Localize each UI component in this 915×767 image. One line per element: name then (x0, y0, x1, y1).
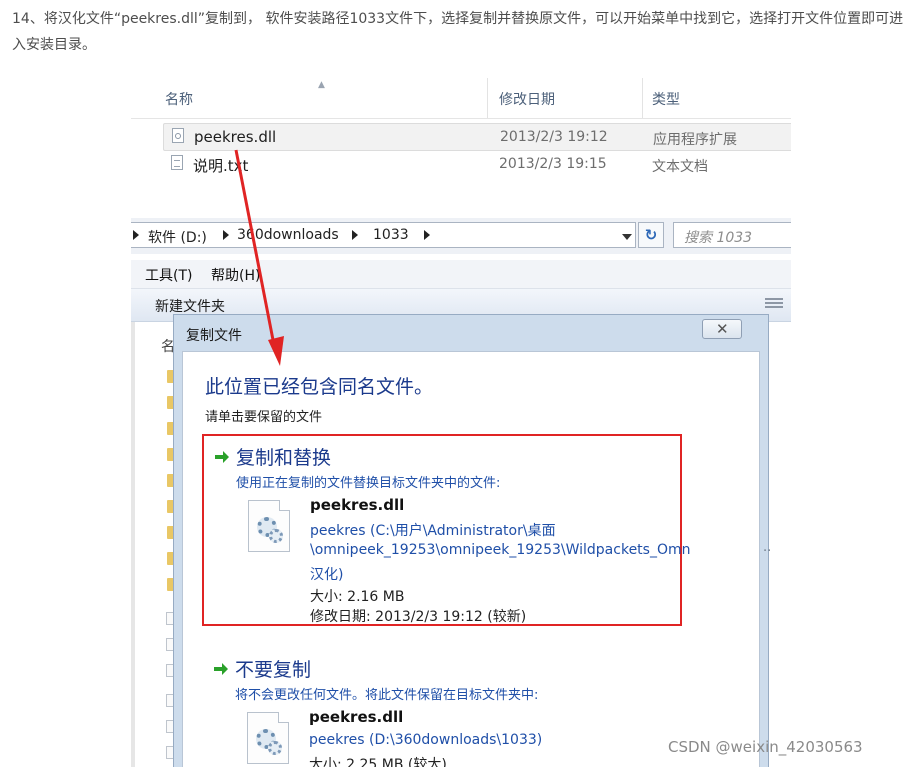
chevron-right-icon[interactable] (223, 230, 229, 240)
dialog-body: 此位置已经包含同名文件。 请单击要保留的文件 复制和替换 使用正在复制的文件替换… (182, 351, 760, 767)
column-divider[interactable] (487, 78, 488, 118)
option-title: 复制和替换 (236, 447, 332, 469)
address-toolbar: 软件 (D:) 360downloads 1033 ↻ 搜索 1033 (131, 218, 791, 254)
file-name: 说明.txt (193, 157, 249, 175)
dll-file-icon (248, 500, 290, 552)
copy-file-dialog: 复制文件 ✕ 此位置已经包含同名文件。 请单击要保留的文件 复制和替换 使用正在… (173, 314, 769, 767)
menu-help[interactable]: 帮助(H) (211, 265, 260, 285)
file-path: peekres (D:\360downloads\1033) (309, 732, 543, 748)
file-size: 大小: 2.25 MB (较大) (309, 757, 447, 767)
option-title: 不要复制 (235, 659, 312, 681)
gear-icon (268, 741, 282, 755)
option-description: 将不会更改任何文件。将此文件保留在目标文件夹中: (235, 688, 539, 703)
dialog-heading: 此位置已经包含同名文件。 (205, 376, 434, 398)
arrow-right-icon (215, 451, 229, 463)
dialog-subheading: 请单击要保留的文件 (205, 410, 323, 425)
chevron-right-icon[interactable] (424, 230, 430, 240)
refresh-button[interactable]: ↻ (638, 222, 664, 248)
search-input[interactable]: 搜索 1033 (673, 222, 791, 248)
close-icon: ✕ (716, 320, 729, 338)
file-name: peekres.dll (194, 128, 277, 146)
menu-tools[interactable]: 工具(T) (145, 265, 192, 285)
copy-and-replace-option[interactable]: 复制和替换 使用正在复制的文件替换目标文件夹中的文件: peekres.dll … (202, 434, 690, 626)
dll-file-icon (247, 712, 289, 764)
file-size: 大小: 2.16 MB (310, 589, 405, 605)
menu-bar: 工具(T) 帮助(H) (131, 260, 791, 289)
file-name: peekres.dll (310, 496, 405, 514)
breadcrumb-folder[interactable]: 360downloads (237, 227, 339, 243)
dialog-title: 复制文件 (186, 328, 242, 344)
chevron-down-icon[interactable] (622, 234, 632, 240)
column-type[interactable]: 类型 (652, 89, 680, 109)
breadcrumb-current[interactable]: 1033 (373, 227, 409, 243)
top-file-list: ▲ 名称 修改日期 类型 peekres.dll 2013/2/3 19:12 … (131, 78, 791, 182)
file-path: peekres (C:\用户\Administrator\桌面 (310, 523, 556, 539)
chevron-right-icon[interactable] (133, 230, 139, 240)
overflow-dots: .. (763, 540, 772, 555)
text-file-icon (171, 155, 183, 170)
column-name[interactable]: 名称 (165, 89, 193, 109)
breadcrumb-drive[interactable]: 软件 (D:) (148, 227, 207, 247)
column-date[interactable]: 修改日期 (499, 89, 555, 109)
sort-up-icon[interactable]: ▲ (318, 80, 325, 90)
file-path-clip: \omnipeek_19253\omnipeek_19253\Wildpacke… (310, 542, 690, 564)
instruction-text: 14、将汉化文件“peekres.dll”复制到， 软件安装路径1033文件下，… (12, 11, 904, 53)
search-placeholder: 搜索 1033 (684, 230, 753, 246)
dll-file-icon (172, 128, 184, 143)
option-description: 使用正在复制的文件替换目标文件夹中的文件: (236, 476, 501, 491)
column-header: ▲ 名称 修改日期 类型 (131, 78, 791, 119)
separator-gap (131, 182, 791, 218)
new-folder-button[interactable]: 新建文件夹 (155, 296, 225, 316)
file-modified: 修改日期: 2013/2/3 19:12 (较新) (310, 609, 527, 625)
file-date: 2013/2/3 19:12 (500, 129, 608, 145)
screenshot-frame: ▲ 名称 修改日期 类型 peekres.dll 2013/2/3 19:12 … (131, 78, 791, 767)
file-type: 文本文档 (652, 159, 708, 175)
file-path: 汉化) (310, 567, 344, 583)
file-path: \omnipeek_19253\omnipeek_19253\Wildpacke… (310, 542, 690, 558)
view-options-icon[interactable] (765, 298, 783, 312)
chevron-right-icon[interactable] (352, 230, 358, 240)
arrow-right-icon (214, 663, 228, 675)
file-name: peekres.dll (309, 708, 404, 726)
nav-pane-edge (131, 322, 135, 767)
column-divider[interactable] (642, 78, 643, 118)
file-row-readme[interactable]: 说明.txt 2013/2/3 19:15 文本文档 (163, 151, 791, 177)
do-not-copy-option[interactable]: 不要复制 将不会更改任何文件。将此文件保留在目标文件夹中: peekres.dl… (203, 648, 681, 767)
file-date: 2013/2/3 19:15 (499, 156, 607, 172)
watermark: CSDN @weixin_42030563 (668, 738, 863, 756)
file-type: 应用程序扩展 (653, 132, 737, 148)
gear-icon (269, 529, 283, 543)
file-row-peekres[interactable]: peekres.dll 2013/2/3 19:12 应用程序扩展 (163, 123, 791, 151)
address-bar[interactable]: 软件 (D:) 360downloads 1033 (131, 222, 636, 248)
close-button[interactable]: ✕ (702, 319, 742, 339)
